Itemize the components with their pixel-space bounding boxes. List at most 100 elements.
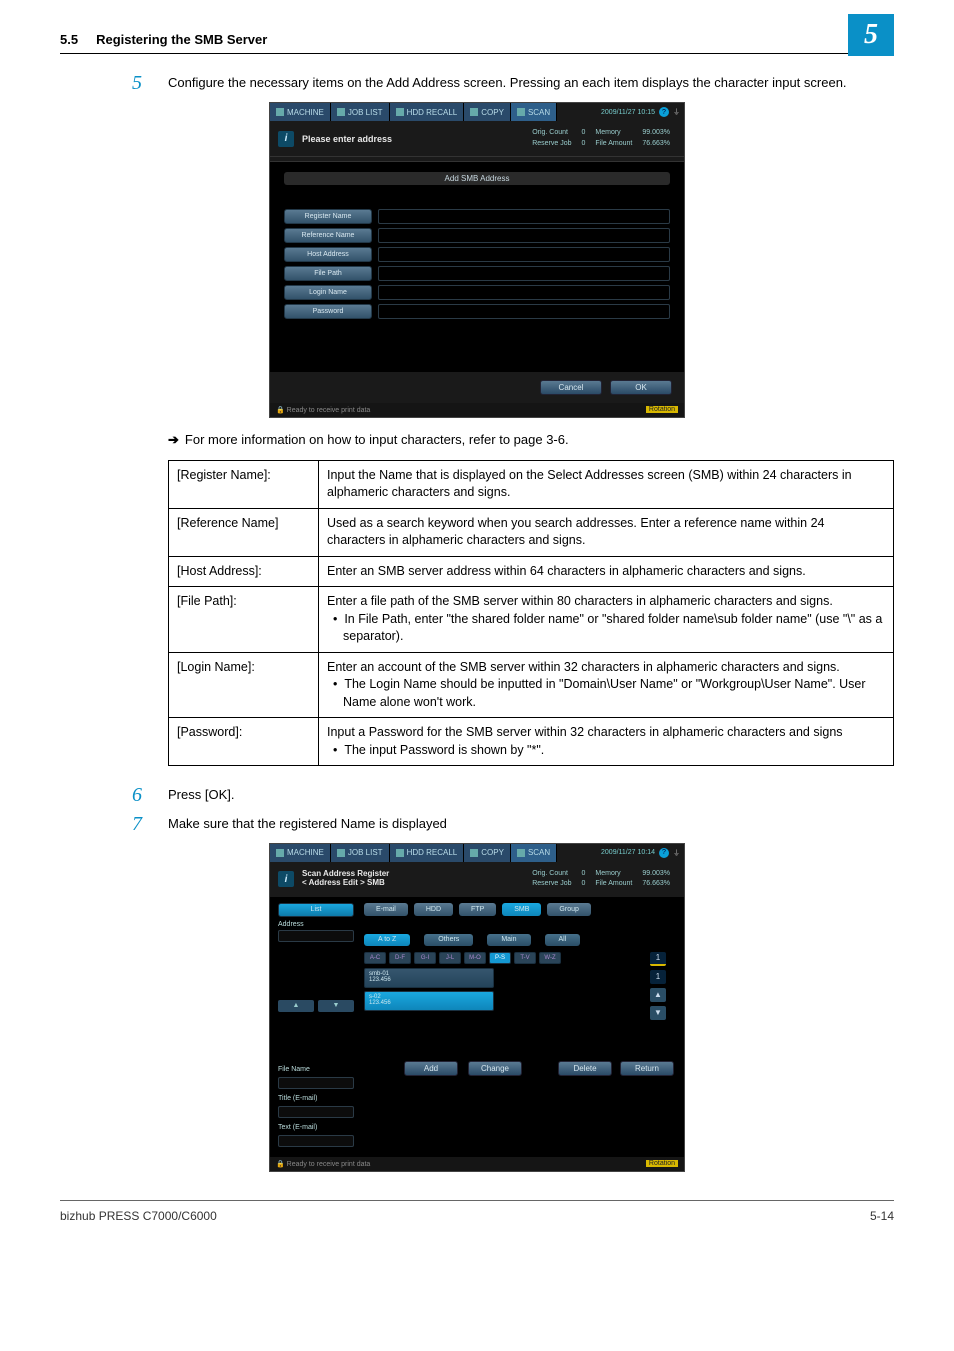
count-badge: 1	[650, 952, 666, 966]
cell-val: Used as a search keyword when you search…	[319, 508, 894, 556]
input-file-path[interactable]	[378, 266, 670, 281]
field-reference-name[interactable]: Reference Name	[284, 228, 372, 243]
header: 5.5 Registering the SMB Server	[60, 32, 894, 54]
list-button[interactable]: List	[278, 903, 354, 917]
field-host-address[interactable]: Host Address	[284, 247, 372, 262]
scroll-down-button[interactable]: ▼	[650, 1006, 666, 1020]
cell-val: Input a Password for the SMB server with…	[319, 718, 894, 766]
filter-others[interactable]: Others	[424, 934, 473, 946]
antenna-icon: ⏚	[673, 107, 680, 117]
letter-filter[interactable]: W-Z	[539, 952, 561, 964]
cell-val: Enter an SMB server address within 64 ch…	[319, 556, 894, 587]
status-text: 🔒 Ready to receive print data	[276, 1160, 370, 1168]
text-email-field[interactable]	[278, 1135, 354, 1147]
tab-ftp[interactable]: FTP	[459, 903, 496, 916]
cell-key: [Login Name]:	[169, 652, 319, 718]
rotation-badge: Rotation	[646, 406, 678, 413]
scroll-up-button[interactable]: ▲	[650, 988, 666, 1002]
letter-filter[interactable]: J-L	[439, 952, 461, 964]
chapter-badge: 5	[848, 14, 894, 56]
antenna-icon: ⏚	[673, 848, 680, 858]
tab-joblist[interactable]: JOB LIST	[331, 844, 390, 862]
tab-machine[interactable]: MACHINE	[270, 103, 331, 121]
cell-val: Input the Name that is displayed on the …	[319, 460, 894, 508]
cell-key: [File Path]:	[169, 587, 319, 653]
tab-hddrecall[interactable]: HDD RECALL	[390, 844, 465, 862]
field-password[interactable]: Password	[284, 304, 372, 319]
add-button[interactable]: Add	[404, 1061, 458, 1076]
page-up-button[interactable]: ▲	[278, 1000, 314, 1012]
cell-key: [Password]:	[169, 718, 319, 766]
hdd-icon	[396, 849, 404, 857]
scan-icon	[517, 849, 525, 857]
cell-val: Enter a file path of the SMB server with…	[319, 587, 894, 653]
input-host-address[interactable]	[378, 247, 670, 262]
list-icon	[337, 108, 345, 116]
cancel-button[interactable]: Cancel	[540, 380, 602, 395]
step-text: Make sure that the registered Name is di…	[168, 815, 894, 833]
tab-email[interactable]: E-mail	[364, 903, 408, 916]
letter-filter[interactable]: T-V	[514, 952, 536, 964]
return-button[interactable]: Return	[620, 1061, 674, 1076]
filename-label: File Name	[278, 1066, 354, 1073]
ok-button[interactable]: OK	[610, 380, 672, 395]
field-login-name[interactable]: Login Name	[284, 285, 372, 300]
help-icon[interactable]: ?	[659, 107, 669, 117]
address-item[interactable]: s-02123.456	[364, 991, 494, 1011]
screenshot-address-list: MACHINE JOB LIST HDD RECALL COPY SCAN 20…	[269, 843, 685, 1172]
tab-smb[interactable]: SMB	[502, 903, 541, 916]
info-icon: i	[278, 871, 294, 887]
tab-joblist[interactable]: JOB LIST	[331, 103, 390, 121]
step-text: Configure the necessary items on the Add…	[168, 74, 894, 92]
stats-panel: Orig. Count0Memory99.003% Reserve Job0Fi…	[526, 127, 676, 150]
tab-copy[interactable]: COPY	[464, 844, 511, 862]
filter-all[interactable]: All	[545, 934, 581, 946]
input-reference-name[interactable]	[378, 228, 670, 243]
tab-scan[interactable]: SCAN	[511, 103, 557, 121]
panel-title: Add SMB Address	[284, 172, 670, 185]
letter-filter[interactable]: M-O	[464, 952, 486, 964]
input-register-name[interactable]	[378, 209, 670, 224]
delete-button[interactable]: Delete	[558, 1061, 612, 1076]
left-panel: List Address ▲ ▼ File Name Title (E-mail…	[270, 897, 360, 1157]
tab-hdd[interactable]: HDD	[414, 903, 453, 916]
text-email-label: Text (E-mail)	[278, 1124, 354, 1131]
cell-val: Enter an account of the SMB server withi…	[319, 652, 894, 718]
tab-hddrecall[interactable]: HDD RECALL	[390, 103, 465, 121]
address-label: Address	[278, 921, 354, 928]
letter-filter[interactable]: A-C	[364, 952, 386, 964]
status-text: 🔒 Ready to receive print data	[276, 406, 370, 414]
filter-main[interactable]: Main	[487, 934, 530, 946]
screenshot-add-address: MACHINE JOB LIST HDD RECALL COPY SCAN 20…	[269, 102, 685, 418]
filename-field[interactable]	[278, 1077, 354, 1089]
cell-key: [Host Address]:	[169, 556, 319, 587]
address-display	[278, 930, 354, 942]
change-button[interactable]: Change	[468, 1061, 522, 1076]
section-title: Registering the SMB Server	[96, 32, 894, 47]
field-register-name[interactable]: Register Name	[284, 209, 372, 224]
tab-group[interactable]: Group	[547, 903, 590, 916]
letter-filter[interactable]: P-S	[489, 952, 511, 964]
page-down-button[interactable]: ▼	[318, 1000, 354, 1012]
tab-copy[interactable]: COPY	[464, 103, 511, 121]
tab-machine[interactable]: MACHINE	[270, 844, 331, 862]
filter-atoz[interactable]: A to Z	[364, 934, 410, 946]
field-file-path[interactable]: File Path	[284, 266, 372, 281]
machine-icon	[276, 108, 284, 116]
scroll-buttons: 1 1 ▲ ▼	[650, 952, 666, 1020]
letter-filter[interactable]: D-F	[389, 952, 411, 964]
title-email-field[interactable]	[278, 1106, 354, 1118]
copy-icon	[470, 108, 478, 116]
stats-panel: Orig. Count0Memory99.003% Reserve Job0Fi…	[526, 868, 676, 891]
input-login-name[interactable]	[378, 285, 670, 300]
clock: 2009/11/27 10:14?⏚	[597, 844, 684, 862]
tab-scan[interactable]: SCAN	[511, 844, 557, 862]
input-password[interactable]	[378, 304, 670, 319]
address-item[interactable]: smb-01123.456	[364, 968, 494, 988]
letter-filter[interactable]: G-I	[414, 952, 436, 964]
cell-key: [Register Name]:	[169, 460, 319, 508]
step-number: 6	[132, 784, 142, 807]
info-icon: i	[278, 131, 294, 147]
cell-key: [Reference Name]	[169, 508, 319, 556]
help-icon[interactable]: ?	[659, 848, 669, 858]
